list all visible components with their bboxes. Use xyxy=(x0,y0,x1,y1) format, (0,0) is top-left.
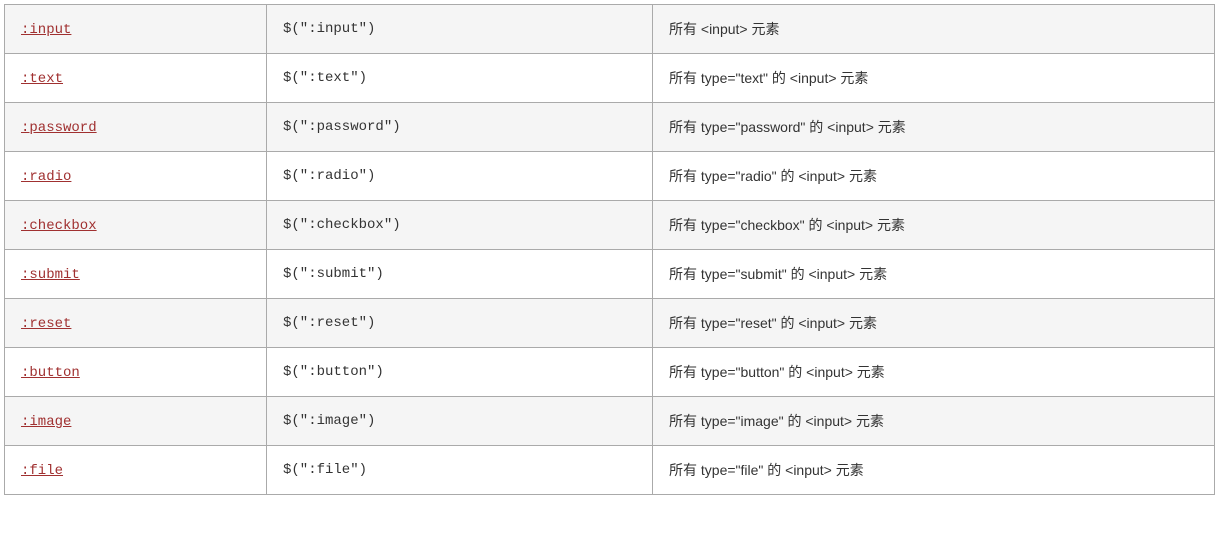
table-row: :radio $(":radio") 所有 type="radio" 的 <in… xyxy=(5,152,1215,201)
selector-cell: :reset xyxy=(5,299,267,348)
selector-cell: :input xyxy=(5,5,267,54)
selectors-table: :input $(":input") 所有 <input> 元素 :text $… xyxy=(4,4,1215,495)
table-row: :file $(":file") 所有 type="file" 的 <input… xyxy=(5,446,1215,495)
selector-link[interactable]: :file xyxy=(21,463,63,479)
description-cell: 所有 type="image" 的 <input> 元素 xyxy=(653,397,1215,446)
selector-cell: :password xyxy=(5,103,267,152)
table-row: :submit $(":submit") 所有 type="submit" 的 … xyxy=(5,250,1215,299)
table-row: :input $(":input") 所有 <input> 元素 xyxy=(5,5,1215,54)
selector-link[interactable]: :button xyxy=(21,365,80,381)
table-row: :button $(":button") 所有 type="button" 的 … xyxy=(5,348,1215,397)
selector-link[interactable]: :input xyxy=(21,22,71,38)
selector-cell: :radio xyxy=(5,152,267,201)
description-cell: 所有 type="submit" 的 <input> 元素 xyxy=(653,250,1215,299)
description-cell: 所有 <input> 元素 xyxy=(653,5,1215,54)
selector-link[interactable]: :reset xyxy=(21,316,71,332)
example-cell: $(":radio") xyxy=(267,152,653,201)
selector-link[interactable]: :radio xyxy=(21,169,71,185)
selector-cell: :text xyxy=(5,54,267,103)
table-row: :text $(":text") 所有 type="text" 的 <input… xyxy=(5,54,1215,103)
selector-link[interactable]: :image xyxy=(21,414,71,430)
description-cell: 所有 type="password" 的 <input> 元素 xyxy=(653,103,1215,152)
example-cell: $(":file") xyxy=(267,446,653,495)
description-cell: 所有 type="button" 的 <input> 元素 xyxy=(653,348,1215,397)
table-row: :password $(":password") 所有 type="passwo… xyxy=(5,103,1215,152)
table-row: :reset $(":reset") 所有 type="reset" 的 <in… xyxy=(5,299,1215,348)
example-cell: $(":submit") xyxy=(267,250,653,299)
description-cell: 所有 type="checkbox" 的 <input> 元素 xyxy=(653,201,1215,250)
example-cell: $(":input") xyxy=(267,5,653,54)
example-cell: $(":button") xyxy=(267,348,653,397)
table-row: :checkbox $(":checkbox") 所有 type="checkb… xyxy=(5,201,1215,250)
example-cell: $(":reset") xyxy=(267,299,653,348)
selector-cell: :file xyxy=(5,446,267,495)
selector-cell: :checkbox xyxy=(5,201,267,250)
example-cell: $(":checkbox") xyxy=(267,201,653,250)
selector-link[interactable]: :submit xyxy=(21,267,80,283)
description-cell: 所有 type="radio" 的 <input> 元素 xyxy=(653,152,1215,201)
selector-cell: :button xyxy=(5,348,267,397)
selector-link[interactable]: :password xyxy=(21,120,97,136)
selector-link[interactable]: :checkbox xyxy=(21,218,97,234)
table-row: :image $(":image") 所有 type="image" 的 <in… xyxy=(5,397,1215,446)
example-cell: $(":password") xyxy=(267,103,653,152)
description-cell: 所有 type="text" 的 <input> 元素 xyxy=(653,54,1215,103)
selector-cell: :submit xyxy=(5,250,267,299)
selector-cell: :image xyxy=(5,397,267,446)
description-cell: 所有 type="file" 的 <input> 元素 xyxy=(653,446,1215,495)
example-cell: $(":image") xyxy=(267,397,653,446)
description-cell: 所有 type="reset" 的 <input> 元素 xyxy=(653,299,1215,348)
example-cell: $(":text") xyxy=(267,54,653,103)
selector-link[interactable]: :text xyxy=(21,71,63,87)
